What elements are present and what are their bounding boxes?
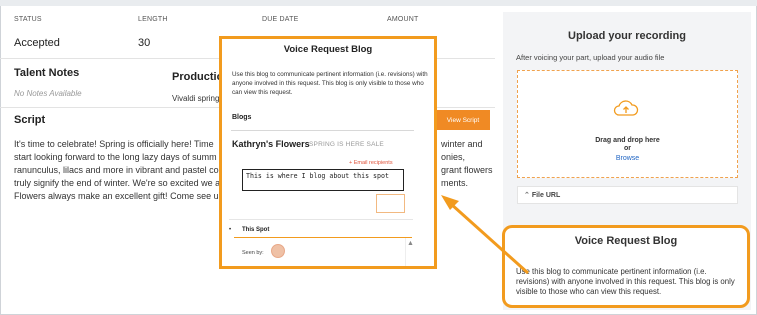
blog-tag: SPRING IS HERE SALE <box>309 141 384 148</box>
divider <box>231 130 414 131</box>
popup-title: Voice Request Blog <box>283 44 373 55</box>
seen-by-label: Seen by: <box>242 250 264 256</box>
blogs-label: Blogs <box>232 114 252 121</box>
bullet-icon: • <box>229 227 232 233</box>
blog-textarea[interactable]: This is where I blog about this spot <box>242 169 404 191</box>
post-button[interactable] <box>376 194 405 213</box>
blog-name: Kathryn's Flowers <box>232 139 310 149</box>
divider <box>229 219 413 220</box>
scroll-up-icon[interactable]: ▲ <box>407 240 414 264</box>
email-recipients-label: Email recipients <box>353 160 393 166</box>
popup-description: Use this blog to communicate pertinent i… <box>232 71 428 96</box>
plus-icon: + <box>349 160 353 166</box>
email-recipients-link[interactable]: + Email recipients <box>349 160 393 166</box>
entry-title[interactable]: This Spot <box>242 227 269 233</box>
avatar <box>271 244 285 258</box>
